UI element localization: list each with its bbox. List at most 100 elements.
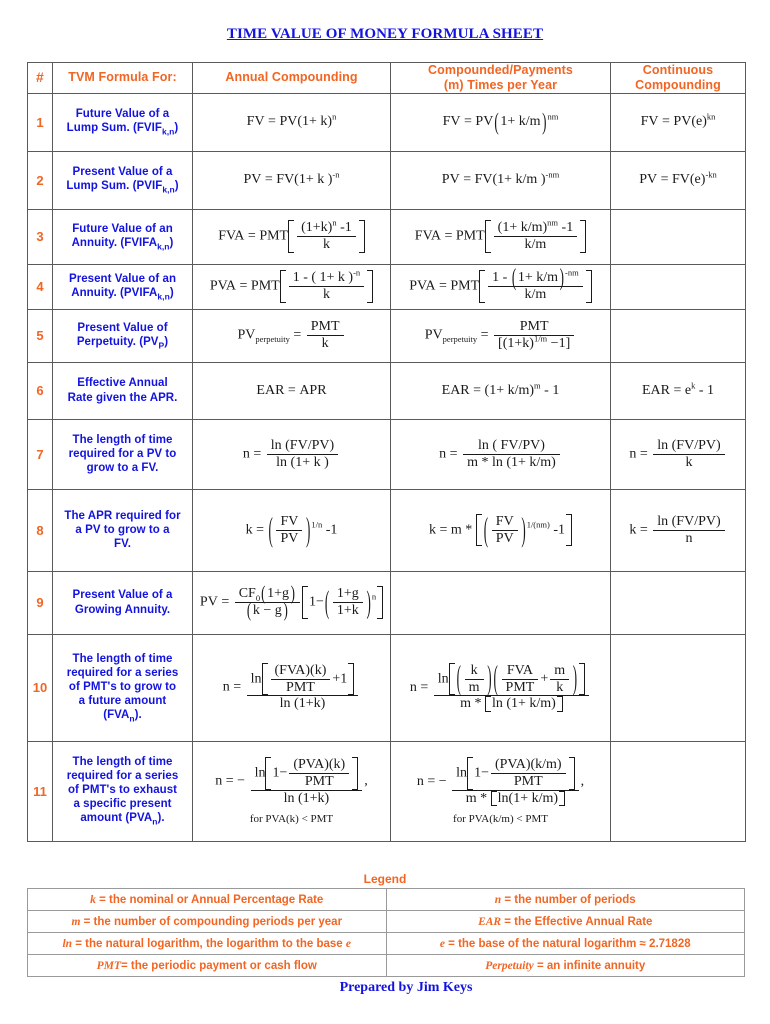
header-m-line2: (m) Times per Year [443, 77, 558, 92]
row-number: 4 [27, 263, 53, 310]
label-line-2: Annuity. (PVIFA [71, 286, 158, 299]
legend-text: = an infinite annuity [533, 959, 646, 972]
label-line-2: required for a series [66, 770, 179, 783]
label-line-3: ) [174, 122, 179, 135]
formula-continuous [610, 263, 746, 310]
legend-row: k = the nominal or Annual Percentage Rat… [27, 888, 745, 911]
legend-cell-right: Perpetuity = an infinite annuity [385, 954, 745, 977]
label-line-2: required for a series [66, 666, 179, 679]
label-line-3: of PMT's to grow to [68, 680, 177, 693]
label-line-2: Perpetuity. (PV [76, 335, 159, 348]
label-line-1: Future Value of a [75, 108, 170, 121]
label-line-6: ). [134, 708, 142, 721]
row-label: Future Value of a Lump Sum. (FVIFk,n) [52, 92, 193, 152]
row-number: 7 [27, 418, 53, 490]
row-label: Future Value of an Annuity. (FVIFAk,n) [52, 208, 193, 265]
label-line-5: amount (PVA [80, 812, 153, 825]
table-row: 8 The APR required for a PV to grow to a… [27, 488, 746, 572]
label-line-3: ) [169, 236, 174, 249]
formula-m-times: n = lnkmFVAPMT+mkm * ln (1+ k/m) [390, 633, 611, 742]
label-line-3: ) [169, 286, 174, 299]
label-line-2: Rate given the APR. [67, 391, 178, 404]
row-number: 5 [27, 308, 53, 363]
label-line-3: of PMT's to exhaust [67, 784, 178, 797]
formula-m-note: for PVA(k/m) < PMT [453, 812, 548, 825]
legend-row: PMT= the periodic payment or cash flow P… [27, 954, 745, 977]
label-subscript: k,n [157, 290, 170, 301]
table-row: 1 Future Value of a Lump Sum. (FVIFk,n) … [27, 92, 746, 152]
formula-annual: FVA = PMT (1+k)n -1 k [192, 208, 391, 265]
row-label: Present Value of an Annuity. (PVIFAk,n) [52, 263, 193, 310]
label-line-2: Lump Sum. (FVIF [66, 122, 162, 135]
formula-annual: k = FVPV1/n -1 [192, 488, 391, 572]
label-line-1: The length of time [72, 756, 173, 769]
formula-annual: PVperpetuity = PMT k [192, 308, 391, 363]
row-label: Effective Annual Rate given the APR. [52, 361, 193, 420]
formula-continuous: PV = FV(e)-kn [610, 150, 746, 210]
legend-text: = the natural logarithm, the logarithm t… [72, 937, 346, 950]
formula-annual: n = − ln 1− (PVA)(k) PMT ln (1+k), for PVA(k… [192, 740, 391, 842]
formula-annual: n = ln (FV/PV) ln (1+ k ) [192, 418, 391, 490]
formula-m-times: n = ln ( FV/PV) m * ln (1+ k/m) [390, 418, 611, 490]
legend-text: = the base of the natural logarithm ≈ 2.… [444, 937, 691, 950]
table-row: 5 Present Value of Perpetuity. (PVP) PVp… [27, 308, 746, 363]
legend-cell-right: e = the base of the natural logarithm ≈ … [385, 932, 745, 955]
label-line-3: ) [164, 335, 169, 348]
legend-text: = the number of compounding periods per … [80, 915, 343, 928]
label-line-2: required for a PV to [68, 447, 177, 460]
table-row: 3 Future Value of an Annuity. (FVIFAk,n)… [27, 208, 746, 265]
formula-sheet-page: TIME VALUE OF MONEY FORMULA SHEET # TVM … [0, 0, 770, 1024]
formula-m-times: PVperpetuity = PMT [(1+k)1/m −1] [390, 308, 611, 363]
table-row: 7 The length of time required for a PV t… [27, 418, 746, 490]
label-line-1: Present Value of an [68, 272, 177, 285]
formula-continuous [610, 208, 746, 265]
legend-symbol: PMT [96, 959, 121, 972]
legend-text: = the Effective Annual Rate [501, 915, 653, 928]
legend-cell-left: PMT= the periodic payment or cash flow [27, 954, 387, 977]
table-row: 11 The length of time required for a ser… [27, 740, 746, 842]
row-label: The length of time required for a series… [52, 633, 193, 742]
formula-annual: PV = FV(1+ k )-n [192, 150, 391, 210]
row-label: The length of time required for a series… [52, 740, 193, 842]
header-formula-for: TVM Formula For: [52, 62, 193, 94]
legend-text: = the nominal or Annual Percentage Rate [95, 893, 324, 906]
label-subscript: k,n [157, 240, 170, 251]
row-label: The length of time required for a PV to … [52, 418, 193, 490]
row-number: 10 [27, 633, 53, 742]
prepared-by: Prepared by Jim Keys [339, 980, 473, 995]
row-label: Present Value of a Growing Annuity. [52, 570, 193, 635]
label-line-1: Present Value of a [72, 589, 173, 602]
formula-m-times: FVA = PMT (1+ k/m)nm -1 k/m [390, 208, 611, 265]
label-line-1: The length of time [72, 433, 173, 446]
row-label: Present Value of Perpetuity. (PVP) [52, 308, 193, 363]
row-number: 3 [27, 208, 53, 265]
row-label: The APR required for a PV to grow to a F… [52, 488, 193, 572]
formula-m-times: n = − ln 1− (PVA)(k/m) PMT m * ln(1+ k/m), f… [390, 740, 611, 842]
label-line-6: ). [157, 812, 165, 825]
label-line-3: ) [174, 180, 179, 193]
formula-continuous: n = ln (FV/PV) k [610, 418, 746, 490]
legend-text: = the periodic payment or cash flow [120, 959, 317, 972]
header-cont-line1: Continuous [642, 63, 714, 77]
page-title: TIME VALUE OF MONEY FORMULA SHEET [226, 26, 544, 42]
formula-annual: FV = PV(1+ k)n [192, 92, 391, 152]
row-number: 6 [27, 361, 53, 420]
label-line-2: Annuity. (FVIFA [71, 236, 158, 249]
formula-continuous [610, 308, 746, 363]
row-number: 11 [27, 740, 53, 842]
legend-cell-right: EAR = the Effective Annual Rate [385, 910, 745, 933]
row-label: Present Value of a Lump Sum. (PVIFk,n) [52, 150, 193, 210]
formula-m-times: FV = PV1+ k/mnm [390, 92, 611, 152]
table-row: 2 Present Value of a Lump Sum. (PVIFk,n)… [27, 150, 746, 210]
formula-m-times: EAR = (1+ k/m)m - 1 [390, 361, 611, 420]
label-line-3: FV. [114, 538, 131, 550]
formula-continuous [610, 570, 746, 635]
legend-row: ln = the natural logarithm, the logarith… [27, 932, 745, 955]
legend-title: Legend [363, 872, 407, 886]
formula-m-times: k = m * FVPV1/(nm) -1 [390, 488, 611, 572]
label-line-2: a PV to grow to a [75, 523, 170, 536]
label-subscript: k,n [162, 184, 175, 195]
table-header-row: # TVM Formula For: Annual Compounding Co… [27, 62, 746, 94]
formula-m-times: PV = FV(1+ k/m )-nm [390, 150, 611, 210]
legend-symbol: EAR [478, 915, 502, 928]
